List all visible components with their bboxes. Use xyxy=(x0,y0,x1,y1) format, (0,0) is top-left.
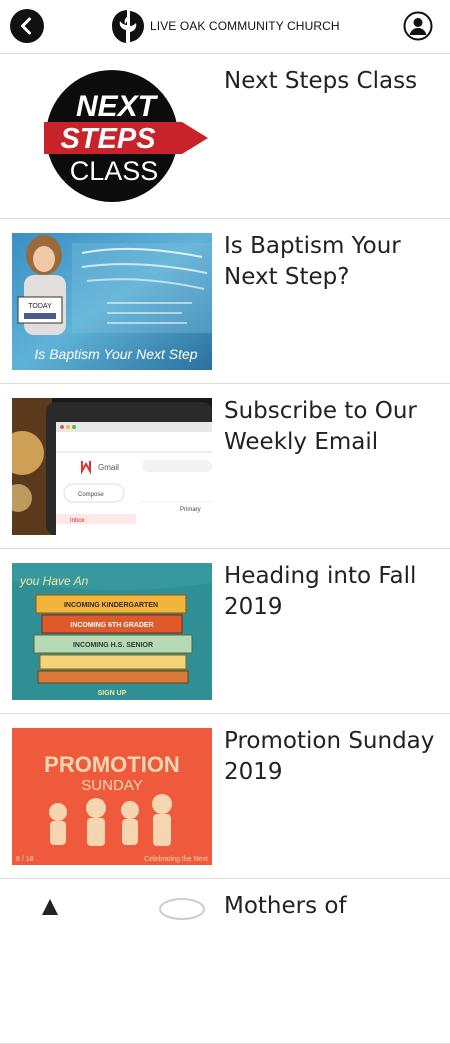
gmail-label: Gmail xyxy=(98,463,119,472)
thumb-caption: Is Baptism Your Next Step xyxy=(34,346,197,362)
sign-card xyxy=(17,296,63,324)
thumb-text-promotion: PROMOTION xyxy=(44,752,180,777)
compose-label: Compose xyxy=(78,492,104,498)
book-2-label: INCOMING 6TH GRADER xyxy=(70,622,153,629)
chevron-left-icon xyxy=(21,17,31,35)
item-title: Next Steps Class xyxy=(224,68,418,94)
thumb-text-steps: STEPS xyxy=(60,123,156,155)
church-name: LIVE OAK COMMUNITY CHURCH xyxy=(150,19,340,33)
list-item[interactable]: NEXT STEPS CLASS Next Steps Class xyxy=(0,54,450,219)
item-thumbnail: Gmail Compose Primary Inbox xyxy=(12,398,212,535)
item-thumbnail: PROMOTION SUNDAY 8 / 18 Celebrating the … xyxy=(12,728,212,865)
item-title: Promotion Sunday 2019 xyxy=(224,728,435,785)
item-thumbnail: TODAY Is Baptism Your Next Step xyxy=(12,233,212,370)
item-thumbnail xyxy=(12,893,212,1030)
thumb-footer-right: Celebrating the Next xyxy=(144,856,208,863)
back-button[interactable] xyxy=(10,9,44,43)
app-header: LIVE OAK COMMUNITY CHURCH xyxy=(0,0,450,54)
item-title: Is Baptism Your Next Step? xyxy=(224,233,401,290)
content-list: NEXT STEPS CLASS Next Steps Class TODAY … xyxy=(0,54,450,1044)
profile-button[interactable] xyxy=(403,11,433,41)
thumb-text-sunday: SUNDAY xyxy=(81,777,142,794)
list-item[interactable]: Mothers of xyxy=(0,879,450,1044)
item-title: Mothers of xyxy=(224,893,347,919)
item-thumbnail: you Have An INCOMING KINDERGARTEN INCOMI… xyxy=(12,563,212,700)
item-thumbnail: NEXT STEPS CLASS xyxy=(12,68,212,205)
inbox-label: Inbox xyxy=(70,518,85,524)
thumb-text-next: NEXT xyxy=(76,90,159,123)
primary-label: Primary xyxy=(180,507,201,513)
thumb-footer-left: 8 / 18 xyxy=(16,856,34,863)
thumb-text-class: CLASS xyxy=(70,156,159,186)
book-1-label: INCOMING KINDERGARTEN xyxy=(64,602,158,609)
item-title: Subscribe to Our Weekly Email xyxy=(224,398,417,455)
sign-text: TODAY xyxy=(28,303,52,310)
thumb-footer: SIGN UP xyxy=(98,690,127,697)
oak-tree-logo-icon xyxy=(112,10,144,43)
list-item[interactable]: PROMOTION SUNDAY 8 / 18 Celebrating the … xyxy=(0,714,450,879)
user-icon xyxy=(403,11,433,41)
list-item[interactable]: TODAY Is Baptism Your Next Step Is Bapti… xyxy=(0,219,450,384)
thumb-headline: you Have An xyxy=(19,574,89,588)
item-title: Heading into Fall 2019 xyxy=(224,563,417,620)
list-item[interactable]: you Have An INCOMING KINDERGARTEN INCOMI… xyxy=(0,549,450,714)
book-3-label: INCOMING H.S. SENIOR xyxy=(73,642,153,649)
church-logo: LIVE OAK COMMUNITY CHURCH xyxy=(108,6,340,46)
list-item[interactable]: Gmail Compose Primary Inbox Subscribe to… xyxy=(0,384,450,549)
